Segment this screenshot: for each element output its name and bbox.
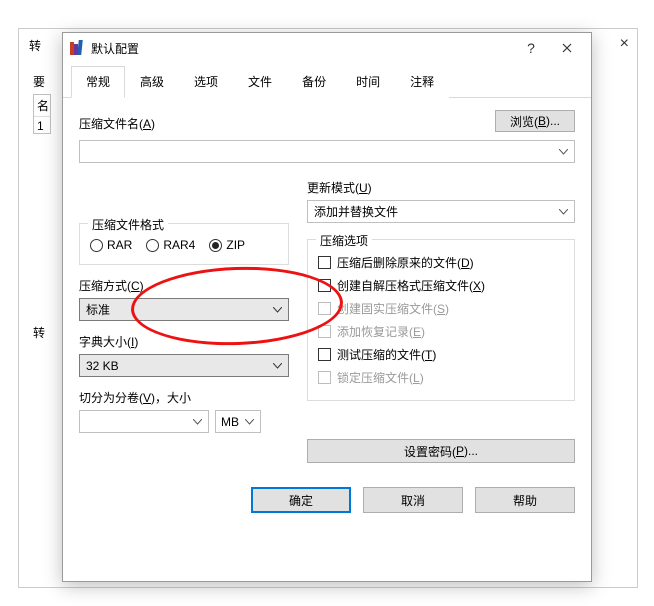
checkbox-icon	[318, 279, 331, 292]
checkbox-icon	[318, 348, 331, 361]
bg-cell: 1	[34, 117, 50, 135]
tab-2[interactable]: 选项	[179, 66, 233, 98]
tab-1[interactable]: 高级	[125, 66, 179, 98]
tab-4[interactable]: 备份	[287, 66, 341, 98]
checkbox-icon	[318, 256, 331, 269]
format-radio-rar[interactable]: RAR	[90, 238, 132, 252]
option-label: 测试压缩的文件(T)	[337, 346, 436, 363]
dict-label: 字典大小(I)	[79, 333, 289, 350]
dialog-title: 默认配置	[91, 40, 139, 57]
update-mode-select[interactable]: 添加并替换文件	[307, 200, 575, 223]
format-radio-rar4[interactable]: RAR4	[146, 238, 195, 252]
option-label: 压缩后删除原来的文件(D)	[337, 254, 474, 271]
option-label: 添加恢复记录(E)	[337, 323, 425, 340]
option-check-3: 添加恢复记录(E)	[318, 323, 564, 340]
dialog-footer: 确定 取消 帮助	[63, 477, 591, 527]
option-check-4[interactable]: 测试压缩的文件(T)	[318, 346, 564, 363]
option-label: 创建固实压缩文件(S)	[337, 300, 449, 317]
app-icon	[69, 40, 85, 56]
cancel-button[interactable]: 取消	[363, 487, 463, 513]
browse-button[interactable]: 浏览(B)...	[495, 110, 575, 132]
format-group-title: 压缩文件格式	[88, 216, 168, 233]
chevron-down-icon	[245, 419, 254, 425]
update-mode-value: 添加并替换文件	[314, 203, 398, 220]
set-password-button[interactable]: 设置密码(P)...	[307, 439, 575, 463]
split-unit-value: MB	[221, 415, 239, 429]
chevron-down-icon	[273, 307, 282, 313]
chevron-down-icon	[193, 419, 202, 425]
tab-6[interactable]: 注释	[395, 66, 449, 98]
radio-icon	[146, 239, 159, 252]
radio-icon	[90, 239, 103, 252]
option-check-0[interactable]: 压缩后删除原来的文件(D)	[318, 254, 564, 271]
default-profile-dialog: 默认配置 ? 常规高级选项文件备份时间注释 压缩文件名(A) 浏览(B)... …	[62, 32, 592, 582]
option-label: 锁定压缩文件(L)	[337, 369, 424, 386]
split-unit-combo[interactable]: MB	[215, 410, 261, 433]
dict-select[interactable]: 32 KB	[79, 354, 289, 377]
dict-value: 32 KB	[86, 359, 119, 373]
option-label: 创建自解压格式压缩文件(X)	[337, 277, 485, 294]
ok-button[interactable]: 确定	[251, 487, 351, 513]
options-group-title: 压缩选项	[316, 232, 372, 249]
checkbox-icon	[318, 371, 331, 384]
archive-name-label: 压缩文件名(A)	[79, 115, 485, 132]
radio-label: RAR4	[163, 238, 195, 252]
bg-col-header: 名	[34, 95, 50, 117]
checkbox-icon	[318, 325, 331, 338]
radio-icon	[209, 239, 222, 252]
radio-label: ZIP	[226, 238, 245, 252]
options-group: 压缩选项 压缩后删除原来的文件(D)创建自解压格式压缩文件(X)创建固实压缩文件…	[307, 239, 575, 401]
tab-3[interactable]: 文件	[233, 66, 287, 98]
chevron-down-icon	[559, 149, 568, 155]
close-button[interactable]	[549, 34, 585, 62]
tab-0[interactable]: 常规	[71, 66, 125, 98]
archive-name-combo[interactable]	[79, 140, 575, 163]
method-select[interactable]: 标准	[79, 298, 289, 321]
chevron-down-icon	[273, 363, 282, 369]
format-group: 压缩文件格式 RARRAR4ZIP	[79, 223, 289, 265]
help-button[interactable]: ?	[513, 34, 549, 62]
format-radio-zip[interactable]: ZIP	[209, 238, 245, 252]
update-mode-label: 更新模式(U)	[307, 179, 575, 196]
tab-5[interactable]: 时间	[341, 66, 395, 98]
option-check-2: 创建固实压缩文件(S)	[318, 300, 564, 317]
chevron-down-icon	[559, 209, 568, 215]
method-label: 压缩方式(C)	[79, 277, 289, 294]
titlebar: 默认配置 ?	[63, 33, 591, 63]
bg-close-icon[interactable]: ×	[620, 35, 629, 53]
split-size-combo[interactable]	[79, 410, 209, 433]
split-label: 切分为分卷(V)，大小	[79, 389, 289, 406]
option-check-5: 锁定压缩文件(L)	[318, 369, 564, 386]
option-check-1[interactable]: 创建自解压格式压缩文件(X)	[318, 277, 564, 294]
help-button-footer[interactable]: 帮助	[475, 487, 575, 513]
radio-label: RAR	[107, 238, 132, 252]
tab-strip: 常规高级选项文件备份时间注释	[63, 65, 591, 98]
checkbox-icon	[318, 302, 331, 315]
method-value: 标准	[86, 301, 110, 318]
